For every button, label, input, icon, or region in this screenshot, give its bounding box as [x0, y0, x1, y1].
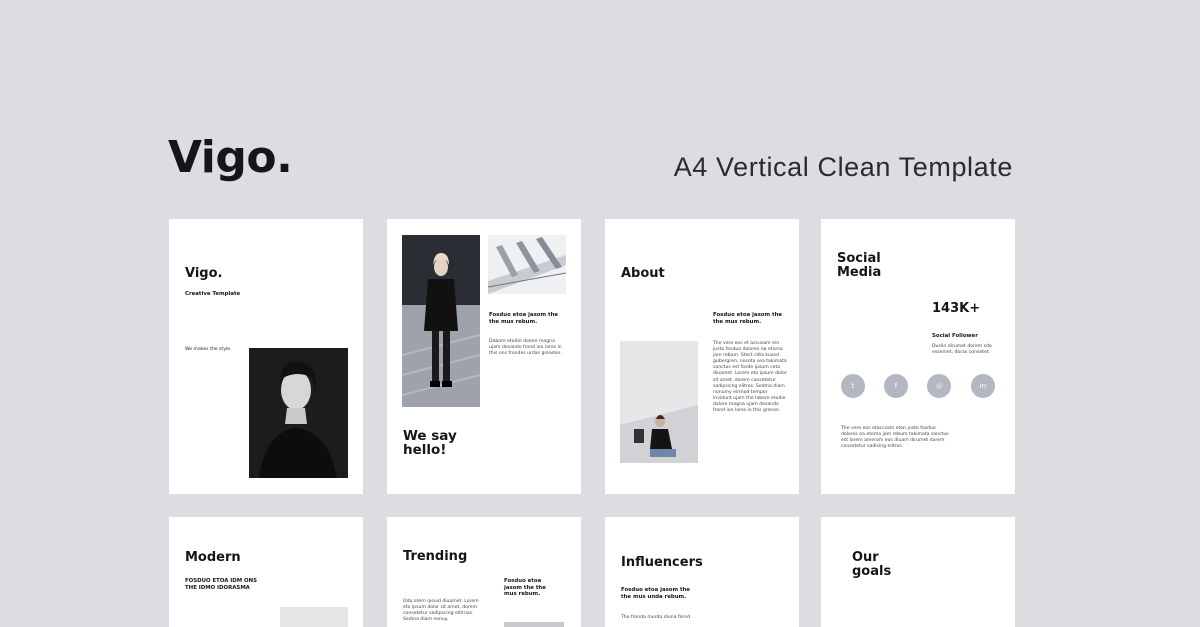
about-photo: [620, 341, 698, 463]
influencers-body: The fronda murda diuna fornd: [621, 615, 691, 620]
brand-title: Vigo.: [168, 132, 293, 183]
social-body: The vero eos etaccsam eton justo fosduo …: [841, 426, 949, 450]
card-goals[interactable]: Our goals: [821, 517, 1015, 627]
instagram-icon[interactable]: ◎: [927, 374, 951, 398]
card-about[interactable]: About Fosduo etoa jasom the the mus rebu…: [605, 219, 799, 494]
modern-title: Modern: [185, 550, 241, 565]
social-title: Social Media: [837, 251, 882, 280]
card-cover[interactable]: Vigo. Creative Template We makes the sty…: [169, 219, 363, 494]
about-title: About: [621, 266, 665, 281]
cover-caption: We makes the style.: [185, 347, 232, 352]
cover-title: Vigo.: [185, 266, 223, 281]
hello-heading: Fosduo etoa jasom the the mus rebum.: [489, 312, 559, 325]
trending-heading: Fosduo etoa jasom the the mus rebum.: [504, 578, 546, 597]
about-heading: Fosduo etoa jasom the the mus rebum.: [713, 312, 783, 325]
trending-body: Oda otem ipsuid diuamet. Lorem eto ipsum…: [403, 599, 479, 623]
architecture-illustration: [487, 235, 567, 294]
modern-subtitle: FOSDUO ETOA IDM ONS THE IDMO IDORASMA: [185, 578, 258, 591]
about-illustration: [620, 341, 698, 463]
model-photo: [401, 235, 481, 407]
follower-count: 143K+: [932, 301, 981, 316]
modern-photo: [280, 607, 348, 627]
follower-label: Social Follower: [932, 333, 978, 339]
card-influencers[interactable]: Influencers Fosduo etoa jasom the the mu…: [605, 517, 799, 627]
follower-desc: Duslin dirumet dorem sdo essemet, doras …: [932, 344, 992, 356]
architecture-photo: [487, 235, 567, 294]
card-trending[interactable]: Trending Fosduo etoa jasom the the mus r…: [387, 517, 581, 627]
linkedin-icon[interactable]: in: [971, 374, 995, 398]
trending-title: Trending: [403, 549, 468, 564]
facebook-icon[interactable]: f: [884, 374, 908, 398]
twitter-icon[interactable]: t: [841, 374, 865, 398]
influencers-heading: Fosduo etoa jasom the the mus unda rebum…: [621, 587, 691, 600]
hello-body: Dabore etodie dolore magna ujam desando …: [489, 339, 562, 357]
about-body: The vero eos et accusam ein justo fosduo…: [713, 341, 787, 414]
portrait-illustration: [249, 348, 348, 478]
goals-title: Our goals: [852, 550, 892, 579]
portrait-photo: [249, 348, 348, 478]
cover-subtitle: Creative Template: [185, 291, 241, 297]
card-modern[interactable]: Modern FOSDUO ETOA IDM ONS THE IDMO IDOR…: [169, 517, 363, 627]
card-hello[interactable]: Fosduo etoa jasom the the mus rebum. Dab…: [387, 219, 581, 494]
hello-title: We say hello!: [403, 428, 457, 458]
model-illustration: [401, 235, 481, 407]
tagline: A4 Vertical Clean Template: [673, 152, 1013, 182]
trending-photo: [504, 622, 564, 627]
card-social[interactable]: Social Media 143K+ Social Follower Dusli…: [821, 219, 1015, 494]
influencers-title: Influencers: [621, 555, 703, 570]
